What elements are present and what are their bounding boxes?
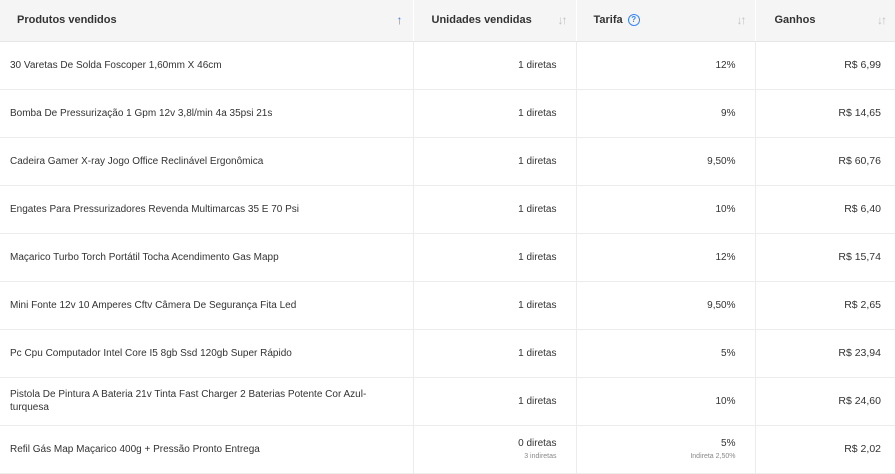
column-header-product[interactable]: Produtos vendidos ↑ [0,0,414,42]
table-row[interactable]: 30 Varetas De Solda Foscoper 1,60mm X 46… [0,41,895,90]
product-name-text: Pistola De Pintura A Bateria 21v Tinta F… [10,389,367,413]
fee-value: 9% [721,107,736,119]
question-circle-icon[interactable]: ? [627,14,640,27]
product-name-text: Maçarico Turbo Torch Portátil Tocha Acen… [10,251,279,263]
product-name[interactable]: Refil Gás Map Maçarico 400g + Pressão Pr… [0,425,414,474]
units-cell: 1 diretas [413,233,577,282]
arrow-up-icon[interactable]: ↑ [397,13,403,27]
fee-cell: 9,50% [576,137,756,186]
product-name-text: 30 Varetas De Solda Foscoper 1,60mm X 46… [10,59,222,71]
table-row[interactable]: Maçarico Turbo Torch Portátil Tocha Acen… [0,233,895,282]
product-name-text: Engates Para Pressurizadores Revenda Mul… [10,203,300,215]
fee-cell: 12% [576,41,756,90]
product-name[interactable]: Maçarico Turbo Torch Portátil Tocha Acen… [0,233,414,282]
fee-cell: 10% [576,377,756,426]
units-cell: 0 diretas 3 indiretas [413,425,577,474]
table-row[interactable]: Pc Cpu Computador Intel Core I5 8gb Ssd … [0,329,895,378]
units-value: 1 diretas [518,203,557,215]
units-value: 1 diretas [518,395,557,407]
gain-cell: R$ 2,02 [755,425,895,474]
product-name[interactable]: Bomba De Pressurização 1 Gpm 12v 3,8l/mi… [0,89,414,138]
fee-cell: 12% [576,233,756,282]
product-name-text: Pc Cpu Computador Intel Core I5 8gb Ssd … [10,347,292,359]
column-header-fee[interactable]: Tarifa? ↓↑ [576,0,756,42]
gain-cell: R$ 23,94 [755,329,895,378]
gain-value: R$ 60,76 [838,155,881,167]
table-row[interactable]: Mini Fonte 12v 10 Amperes Cftv Câmera De… [0,281,895,330]
table-row[interactable]: Cadeira Gamer X-ray Jogo Office Reclináv… [0,137,895,186]
units-value: 1 diretas [518,347,557,359]
table-row[interactable]: Bomba De Pressurização 1 Gpm 12v 3,8l/mi… [0,89,895,138]
fee-value: 10% [715,203,736,215]
table-row[interactable]: Refil Gás Map Maçarico 400g + Pressão Pr… [0,425,895,474]
fee-cell: 5% Indireta 2,50% [576,425,756,474]
gain-cell: R$ 14,65 [755,89,895,138]
fee-value: 10% [715,395,736,407]
gain-cell: R$ 6,40 [755,185,895,234]
product-name[interactable]: Pistola De Pintura A Bateria 21v Tinta F… [0,377,414,426]
units-cell: 1 diretas [413,41,577,90]
gain-value: R$ 15,74 [838,251,881,263]
gain-value: R$ 24,60 [838,395,881,407]
fee-cell: 10% [576,185,756,234]
gain-value: R$ 2,65 [844,299,881,311]
sales-table: Produtos vendidos ↑ Unidades vendidas ↓↑… [0,0,895,474]
table-row[interactable]: Engates Para Pressurizadores Revenda Mul… [0,185,895,234]
units-cell: 1 diretas [413,377,577,426]
sort-arrows-icon[interactable]: ↓↑ [558,13,568,27]
table-row[interactable]: Pistola De Pintura A Bateria 21v Tinta F… [0,377,895,426]
product-name-text: Bomba De Pressurização 1 Gpm 12v 3,8l/mi… [10,107,273,119]
fee-value: 5% [721,347,736,359]
gain-value: R$ 14,65 [838,107,881,119]
fee-cell: 9,50% [576,281,756,330]
fee-value: 9,50% [707,155,736,167]
units-cell: 1 diretas [413,329,577,378]
fee-indirect: Indireta 2,50% [690,453,736,460]
units-value: 1 diretas [518,155,557,167]
units-cell: 1 diretas [413,185,577,234]
product-name[interactable]: Mini Fonte 12v 10 Amperes Cftv Câmera De… [0,281,414,330]
product-name[interactable]: 30 Varetas De Solda Foscoper 1,60mm X 46… [0,41,414,90]
product-name-text: Refil Gás Map Maçarico 400g + Pressão Pr… [10,443,260,455]
units-cell: 1 diretas [413,137,577,186]
column-header-label: Ganhos [774,14,816,27]
product-name[interactable]: Cadeira Gamer X-ray Jogo Office Reclináv… [0,137,414,186]
column-header-units[interactable]: Unidades vendidas ↓↑ [413,0,577,42]
gain-value: R$ 23,94 [838,347,881,359]
product-name[interactable]: Engates Para Pressurizadores Revenda Mul… [0,185,414,234]
units-value: 1 diretas [518,299,557,311]
fee-value: 9,50% [707,299,736,311]
units-value: 1 diretas [518,107,557,119]
units-indirect: 3 indiretas [524,453,557,460]
fee-value: 12% [715,59,736,71]
gain-cell: R$ 2,65 [755,281,895,330]
units-cell: 1 diretas [413,89,577,138]
column-header-label: Tarifa [593,14,623,27]
gain-cell: R$ 15,74 [755,233,895,282]
units-value: 1 diretas [518,251,557,263]
units-value: 1 diretas [518,59,557,71]
table-header-row: Produtos vendidos ↑ Unidades vendidas ↓↑… [0,0,895,42]
gain-value: R$ 2,02 [844,443,881,455]
fee-value: 12% [715,251,736,263]
units-value: 0 diretas [518,438,557,449]
fee-cell: 5% [576,329,756,378]
sort-arrows-icon[interactable]: ↓↑ [877,13,887,27]
column-header-label: Produtos vendidos [17,14,117,27]
gain-cell: R$ 6,99 [755,41,895,90]
column-header-gain[interactable]: Ganhos ↓↑ [755,0,895,42]
product-name[interactable]: Pc Cpu Computador Intel Core I5 8gb Ssd … [0,329,414,378]
gain-cell: R$ 60,76 [755,137,895,186]
sort-arrows-icon[interactable]: ↓↑ [737,13,747,27]
gain-cell: R$ 24,60 [755,377,895,426]
fee-cell: 9% [576,89,756,138]
product-name-text: Mini Fonte 12v 10 Amperes Cftv Câmera De… [10,299,297,311]
units-cell: 1 diretas [413,281,577,330]
gain-value: R$ 6,40 [844,203,881,215]
product-name-text: Cadeira Gamer X-ray Jogo Office Reclináv… [10,155,264,167]
column-header-label: Unidades vendidas [431,14,532,27]
fee-value: 5% [721,438,736,449]
gain-value: R$ 6,99 [844,59,881,71]
